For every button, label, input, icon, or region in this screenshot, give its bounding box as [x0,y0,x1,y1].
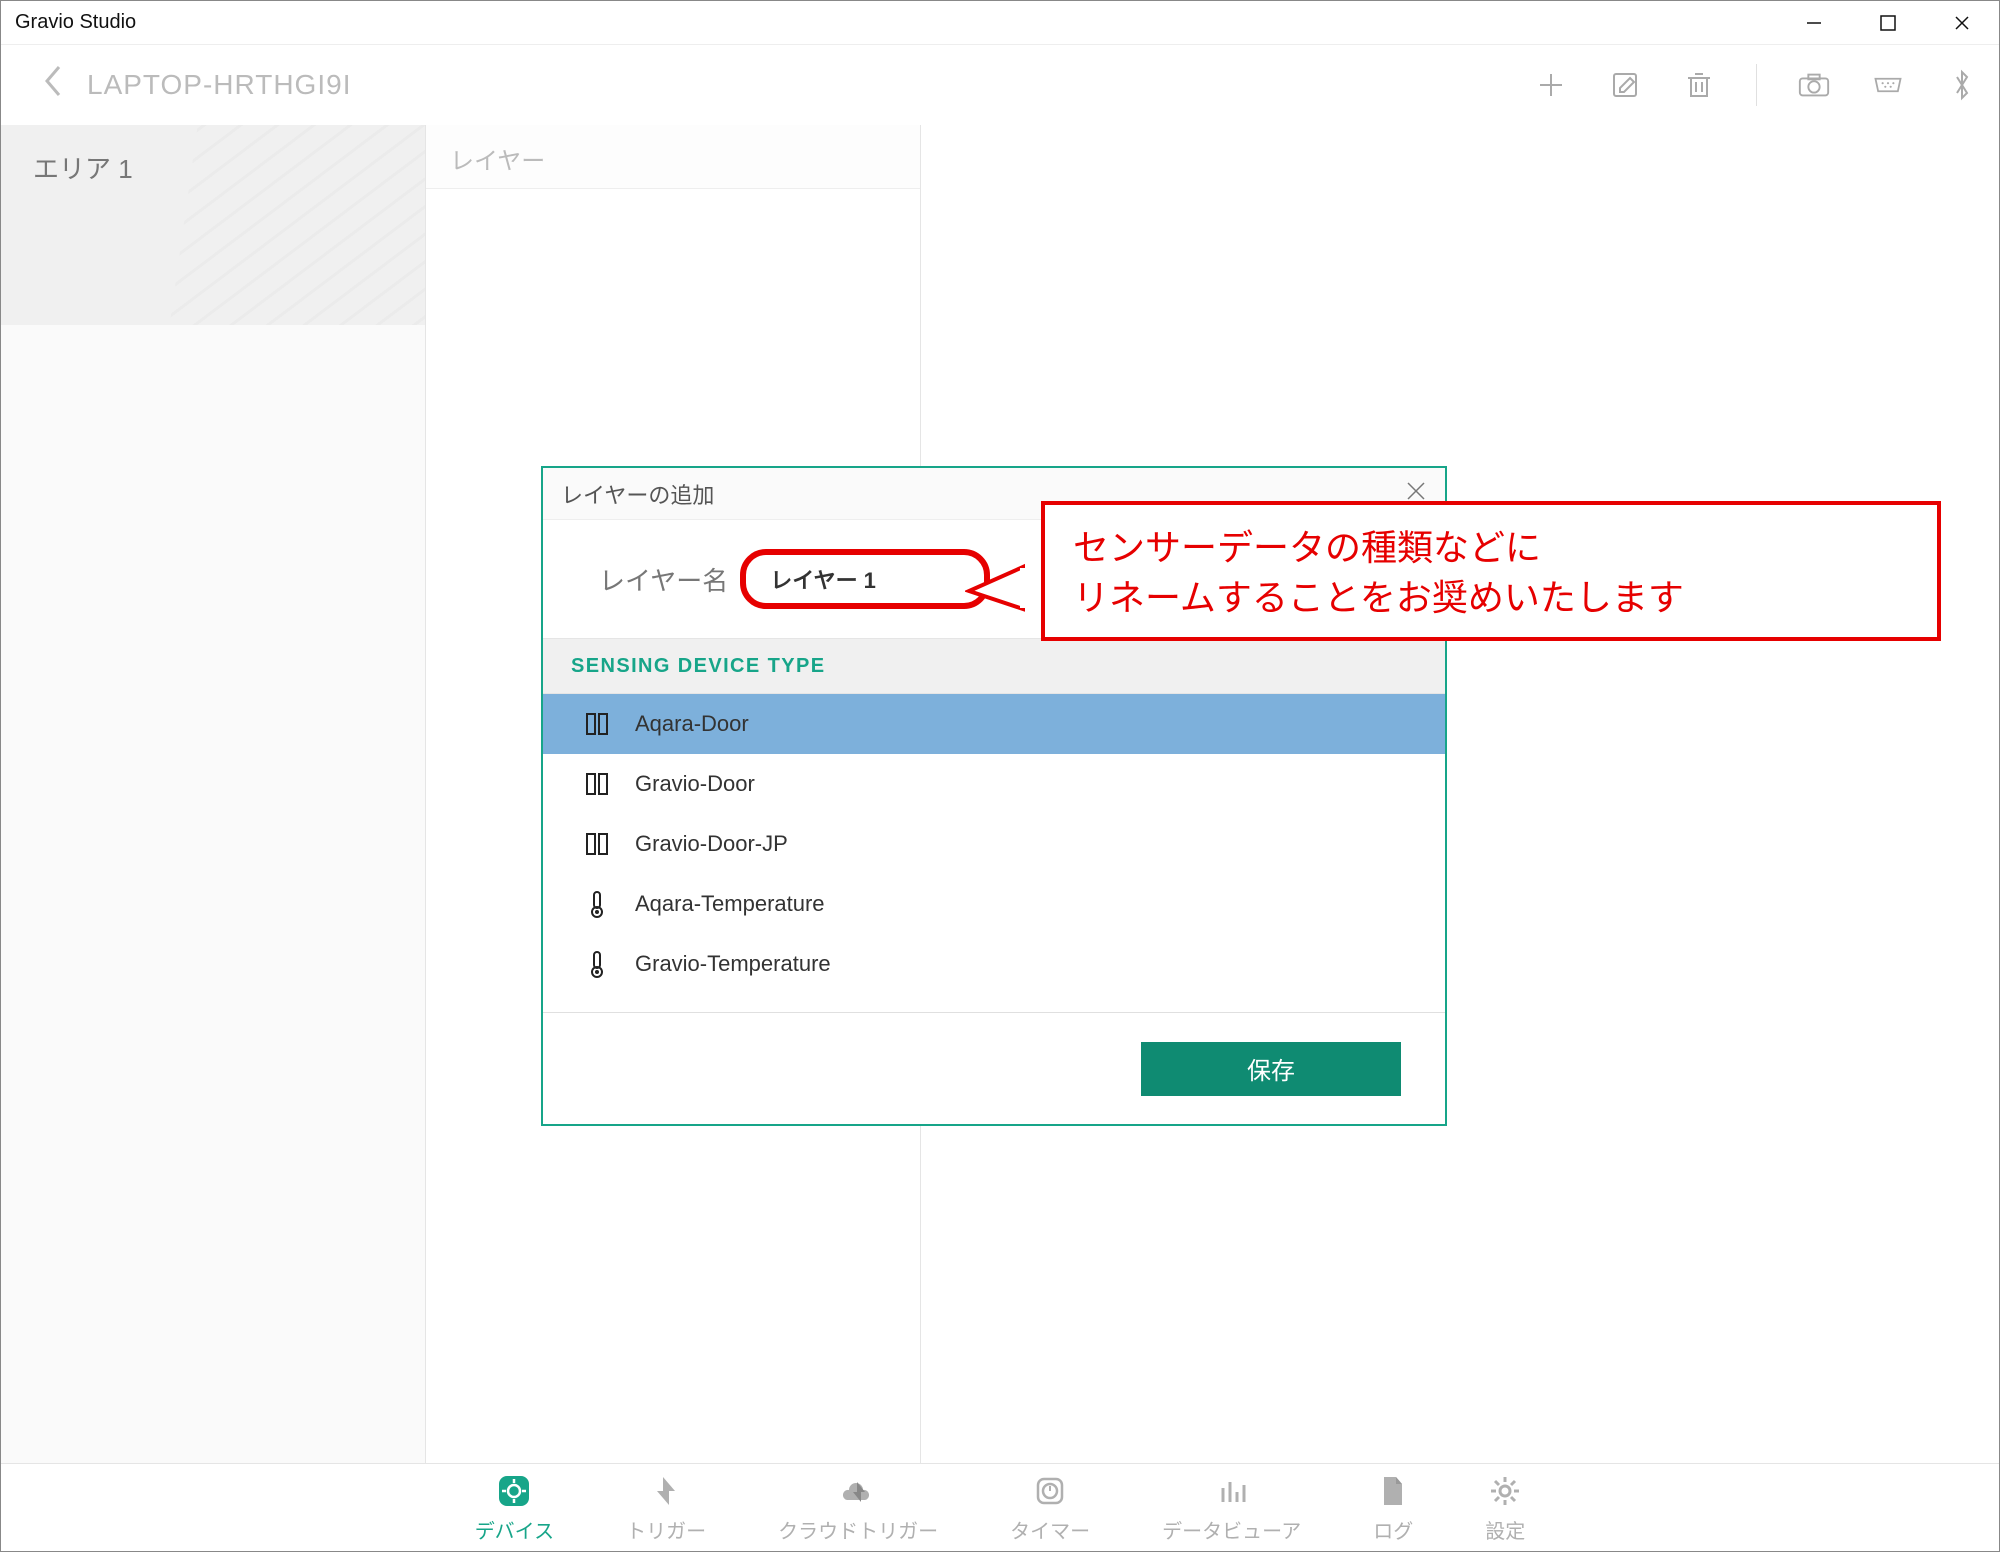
nav-cloud-trigger[interactable]: クラウドトリガー [778,1471,938,1544]
layer-panel-header: レイヤー [426,125,920,189]
nav-label: ログ [1373,1515,1413,1544]
modal-footer: 保存 [543,1012,1445,1124]
door-icon [583,830,611,858]
device-type-list: Aqara-Door Gravio-Door Gravio-Door-JP Aq… [543,694,1445,994]
callout-line1: センサーデータの種類などに [1073,523,1909,573]
device-label: Gravio-Temperature [635,951,831,977]
area-tile[interactable]: エリア 1 [1,125,425,325]
timer-icon [1030,1471,1070,1511]
sensing-device-type-header: SENSING DEVICE TYPE [543,638,1445,694]
layer-name-input[interactable]: レイヤー 1 [740,549,990,609]
nav-label: タイマー [1010,1515,1090,1544]
nav-label: 設定 [1485,1515,1525,1544]
callout-line2: リネームすることをお奨めいたします [1073,573,1909,623]
device-row-gravio-door[interactable]: Gravio-Door [543,754,1445,814]
device-label: Aqara-Door [635,711,749,737]
nav-data-viewer[interactable]: データビューア [1162,1471,1301,1544]
thermometer-icon [583,950,611,978]
camera-button[interactable] [1797,68,1831,102]
divider [1756,64,1757,106]
nav-label: データビューア [1162,1515,1301,1544]
back-button[interactable] [41,63,63,108]
modal-title: レイヤーの追加 [561,478,714,510]
window-controls [1777,1,1999,44]
area-name: エリア 1 [33,154,133,184]
window-title: Gravio Studio [15,11,136,34]
edit-button[interactable] [1608,68,1642,102]
nav-label: クラウドトリガー [778,1515,938,1544]
nav-timer[interactable]: タイマー [1010,1471,1090,1544]
save-button[interactable]: 保存 [1141,1042,1401,1096]
settings-icon [1485,1471,1525,1511]
gear-icon [494,1471,534,1511]
maximize-button[interactable] [1851,1,1925,44]
minimize-button[interactable] [1777,1,1851,44]
nav-devices[interactable]: デバイス [475,1471,554,1544]
doc-icon [1373,1471,1413,1511]
device-row-gravio-temperature[interactable]: Gravio-Temperature [543,934,1445,994]
bluetooth-button[interactable] [1945,68,1979,102]
area-panel: エリア 1 [1,125,426,1463]
nav-trigger[interactable]: トリガー [626,1471,706,1544]
nav-label: トリガー [626,1515,706,1544]
bars-icon [1212,1471,1252,1511]
thermometer-icon [583,890,611,918]
add-button[interactable] [1534,68,1568,102]
serial-button[interactable] [1871,68,1905,102]
nav-settings[interactable]: 設定 [1485,1471,1525,1544]
door-icon [583,710,611,738]
titlebar: Gravio Studio [1,1,1999,45]
header: LAPTOP-HRTHGI9I [1,45,1999,125]
device-label: Gravio-Door [635,771,755,797]
device-row-aqara-temperature[interactable]: Aqara-Temperature [543,874,1445,934]
nav-log[interactable]: ログ [1373,1471,1413,1544]
close-button[interactable] [1925,1,1999,44]
bottom-nav: デバイス トリガー クラウドトリガー タイマー データビューア ログ 設定 [1,1463,1999,1551]
trigger-icon [646,1471,686,1511]
cloud-trigger-icon [838,1471,878,1511]
device-label: Gravio-Door-JP [635,831,788,857]
device-row-aqara-door[interactable]: Aqara-Door [543,694,1445,754]
delete-button[interactable] [1682,68,1716,102]
device-label: Aqara-Temperature [635,891,825,917]
annotation-callout: センサーデータの種類などに リネームすることをお奨めいたします [1041,501,1941,641]
nav-label: デバイス [475,1515,554,1544]
breadcrumb: LAPTOP-HRTHGI9I [87,69,351,101]
door-icon [583,770,611,798]
device-row-gravio-door-jp[interactable]: Gravio-Door-JP [543,814,1445,874]
layer-name-label: レイヤー名 [599,561,728,598]
